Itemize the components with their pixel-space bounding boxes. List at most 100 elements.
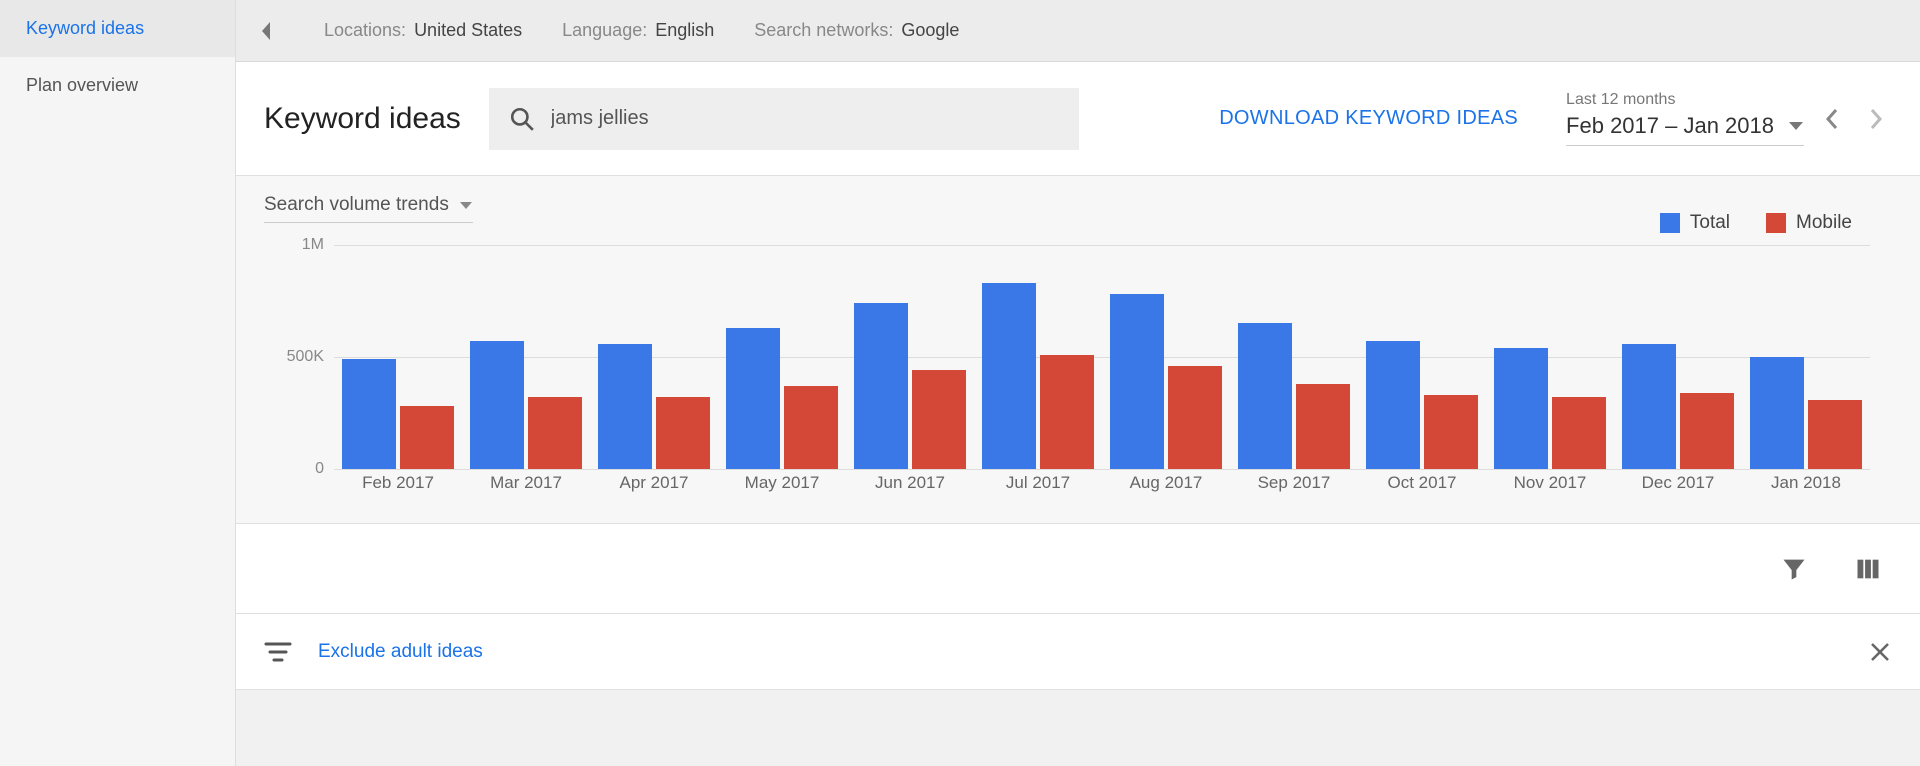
settings-bar: Locations: United States Language: Engli… — [236, 0, 1920, 62]
chart-bar-group — [462, 245, 590, 469]
chart-card: Search volume trends Total Mobile — [236, 176, 1920, 524]
chart-bar-total — [598, 344, 652, 469]
chart-bar-group — [1614, 245, 1742, 469]
chart-x-tick-label: Jul 2017 — [974, 473, 1102, 505]
date-range-label: Last 12 months — [1566, 91, 1804, 109]
chevron-left-icon — [1825, 108, 1839, 130]
header-row: Keyword ideas DOWNLOAD KEYWORD IDEAS Las… — [236, 62, 1920, 176]
chart-bar-total — [982, 283, 1036, 469]
chart-bar-mobile — [1808, 400, 1862, 469]
chart-bar-total — [1366, 341, 1420, 469]
chart-bar-group — [846, 245, 974, 469]
sidebar-item-plan-overview[interactable]: Plan overview — [0, 57, 235, 114]
columns-icon — [1854, 555, 1882, 583]
chart-x-tick-label: Apr 2017 — [590, 473, 718, 505]
close-filter-button[interactable] — [1868, 640, 1892, 664]
chart-x-tick-label: Oct 2017 — [1358, 473, 1486, 505]
chart-bar-mobile — [1040, 355, 1094, 469]
chart-metric-label: Search volume trends — [264, 194, 449, 216]
chart-bar-total — [1110, 294, 1164, 469]
setting-value: Google — [901, 20, 959, 41]
chart-bar-group — [1742, 245, 1870, 469]
chart-bar-mobile — [528, 397, 582, 469]
chart-x-tick-label: Aug 2017 — [1102, 473, 1230, 505]
page-title: Keyword ideas — [264, 102, 461, 136]
chevron-right-icon — [1869, 108, 1883, 130]
collapse-sidebar-button[interactable] — [248, 13, 284, 49]
sidebar-item-label: Plan overview — [26, 75, 138, 95]
date-range-next-button[interactable] — [1860, 103, 1892, 135]
chart-x-tick-label: Feb 2017 — [334, 473, 462, 505]
legend-swatch-total — [1660, 213, 1680, 233]
chart-bar-total — [342, 359, 396, 469]
chart-metric-dropdown[interactable]: Search volume trends — [264, 194, 473, 223]
chart-bar-total — [726, 328, 780, 469]
chart-bar-mobile — [400, 406, 454, 469]
table-toolbar — [236, 524, 1920, 614]
dropdown-caret-icon — [1788, 121, 1804, 131]
chart-bar-mobile — [1680, 393, 1734, 469]
chart-x-tick-label: Jun 2017 — [846, 473, 974, 505]
setting-language[interactable]: Language: English — [562, 20, 714, 41]
date-range-picker[interactable]: Last 12 months Feb 2017 – Jan 2018 — [1566, 91, 1892, 146]
chart-bar-mobile — [1552, 397, 1606, 469]
chart-bar-total — [1238, 323, 1292, 469]
filter-row: Exclude adult ideas — [236, 614, 1920, 690]
chart-wrap: Search volume trends Total Mobile — [264, 194, 1892, 505]
chart-bar-group — [718, 245, 846, 469]
chart-x-tick-label: Nov 2017 — [1486, 473, 1614, 505]
chart-x-labels: Feb 2017Mar 2017Apr 2017May 2017Jun 2017… — [334, 473, 1870, 505]
chart-x-tick-label: Sep 2017 — [1230, 473, 1358, 505]
chart-bar-total — [1622, 344, 1676, 469]
setting-value: United States — [414, 20, 522, 41]
chart-x-tick-label: Mar 2017 — [462, 473, 590, 505]
chart-bar-total — [1750, 357, 1804, 469]
date-range-text: Last 12 months Feb 2017 – Jan 2018 — [1566, 91, 1804, 146]
legend-label: Mobile — [1796, 212, 1852, 234]
keyword-search-input[interactable] — [551, 107, 1059, 130]
main-content: Locations: United States Language: Engli… — [236, 0, 1920, 766]
exclude-adult-ideas-link[interactable]: Exclude adult ideas — [318, 641, 483, 663]
setting-networks[interactable]: Search networks: Google — [754, 20, 959, 41]
legend-swatch-mobile — [1766, 213, 1786, 233]
filter-list-icon — [264, 641, 292, 663]
chart-x-tick-label: May 2017 — [718, 473, 846, 505]
chart-bar-group — [974, 245, 1102, 469]
chart-bar-mobile — [1424, 395, 1478, 469]
chart-bar-total — [1494, 348, 1548, 469]
chart-gridline — [334, 469, 1870, 470]
legend-label: Total — [1690, 212, 1730, 234]
chart-bar-group — [1486, 245, 1614, 469]
chart-bar-group — [1230, 245, 1358, 469]
chart-bar-mobile — [784, 386, 838, 469]
legend-item-mobile: Mobile — [1766, 212, 1852, 234]
filter-button[interactable] — [1778, 553, 1810, 585]
filter-icon — [1780, 555, 1808, 583]
chart-y-tick-label: 0 — [264, 460, 324, 478]
chart-bar-group — [334, 245, 462, 469]
dropdown-caret-icon — [459, 201, 473, 210]
legend-item-total: Total — [1660, 212, 1730, 234]
chart-y-tick-label: 500K — [264, 348, 324, 366]
setting-label: Locations: — [324, 20, 406, 41]
sidebar-item-keyword-ideas[interactable]: Keyword ideas — [0, 0, 235, 57]
chevron-left-icon — [259, 20, 273, 42]
setting-value: English — [655, 20, 714, 41]
chart-bar-group — [1102, 245, 1230, 469]
date-range-prev-button[interactable] — [1816, 103, 1848, 135]
chart-bar-mobile — [656, 397, 710, 469]
date-range-value: Feb 2017 – Jan 2018 — [1566, 113, 1774, 139]
chart-bar-group — [1358, 245, 1486, 469]
chart-bars — [334, 245, 1870, 469]
sidebar: Keyword ideas Plan overview — [0, 0, 236, 766]
chart-bar-total — [470, 341, 524, 469]
chart-bar-mobile — [1296, 384, 1350, 469]
download-keyword-ideas-link[interactable]: DOWNLOAD KEYWORD IDEAS — [1219, 107, 1518, 130]
chart-bar-mobile — [912, 370, 966, 469]
setting-locations[interactable]: Locations: United States — [324, 20, 522, 41]
chart-bar-group — [590, 245, 718, 469]
keyword-search-box[interactable] — [489, 88, 1079, 150]
columns-button[interactable] — [1852, 553, 1884, 585]
search-icon — [509, 106, 535, 132]
setting-label: Language: — [562, 20, 647, 41]
